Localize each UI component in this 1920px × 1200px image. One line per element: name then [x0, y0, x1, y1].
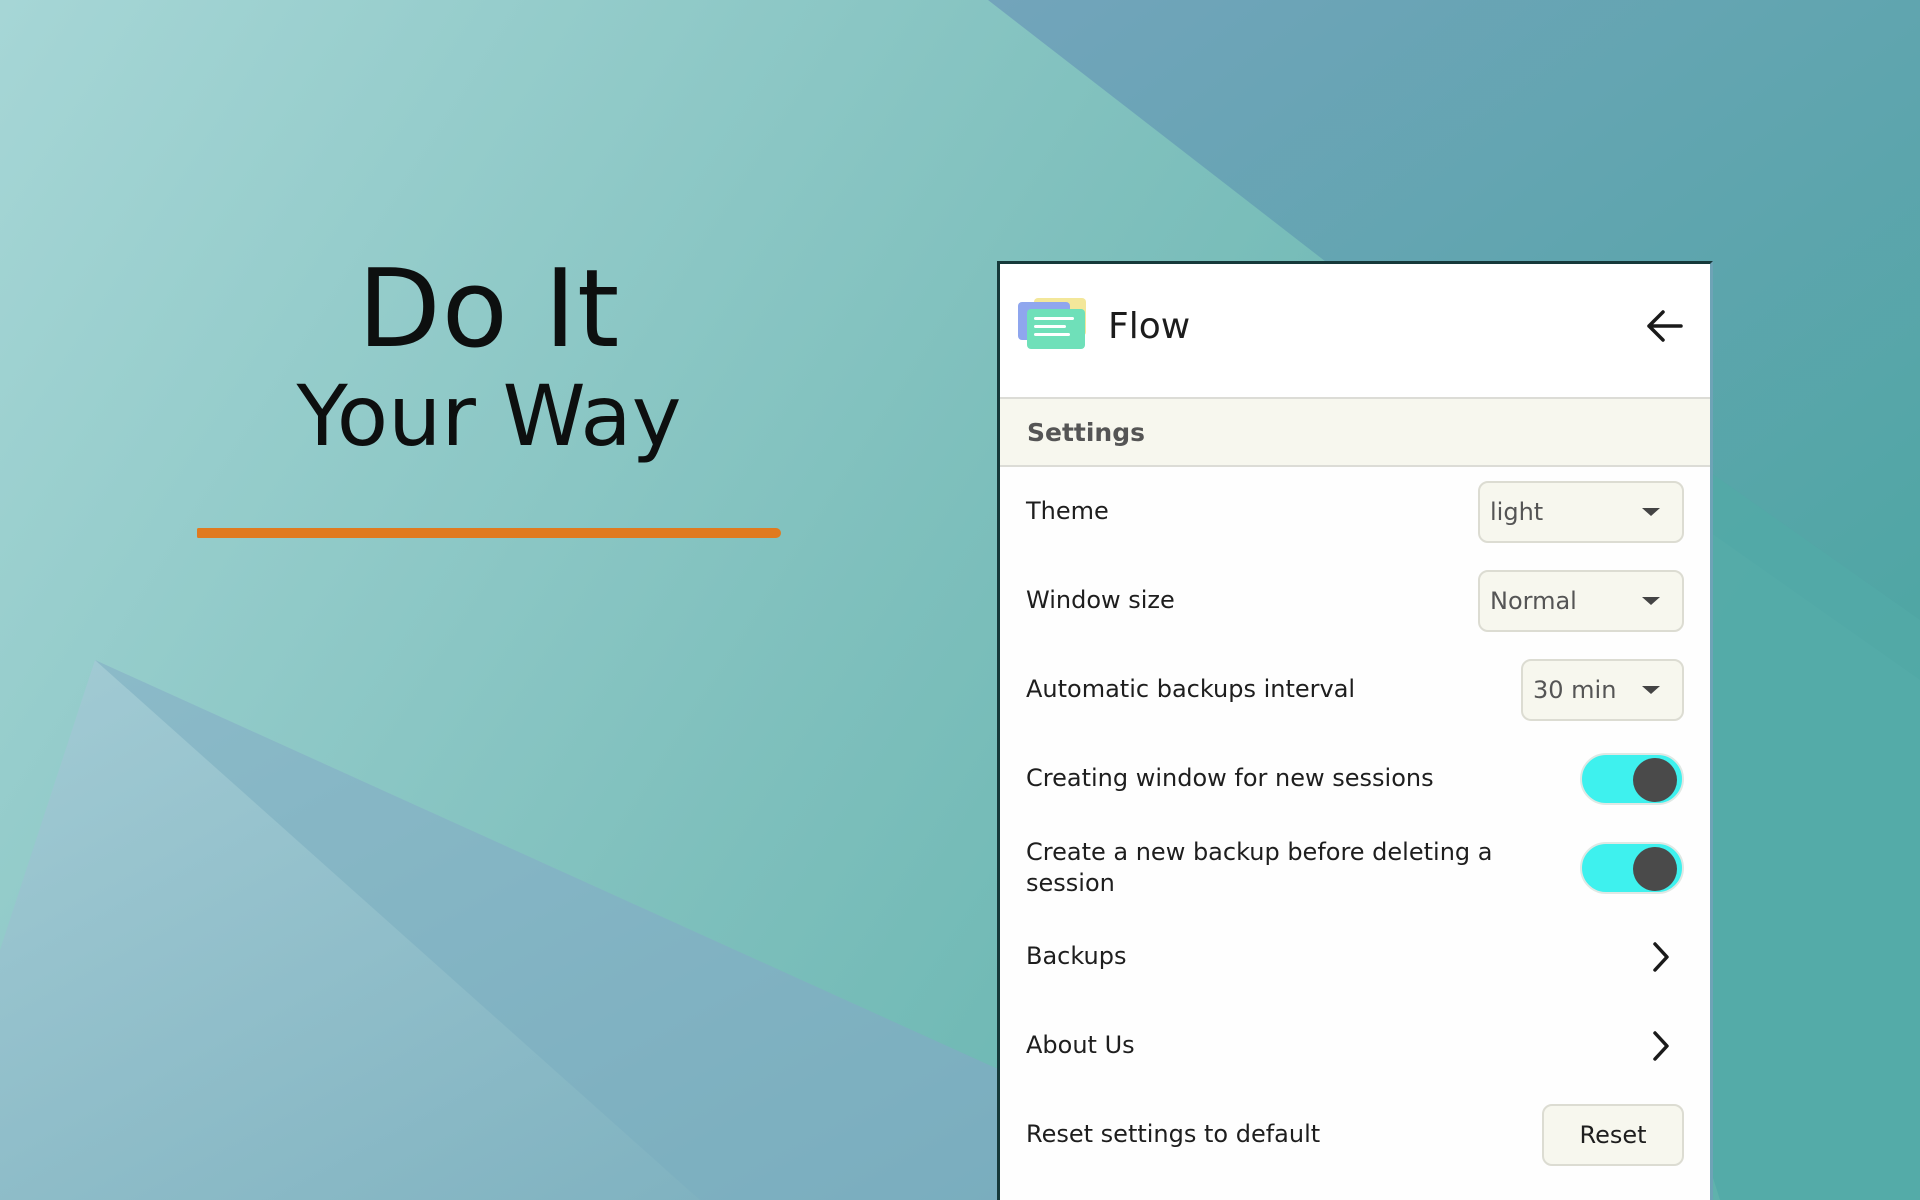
app-title: Flow [1108, 306, 1191, 347]
chevron-right-icon[interactable] [1644, 940, 1678, 974]
toggle-knob [1633, 757, 1677, 802]
toggle-knob [1633, 846, 1677, 891]
theme-select-value: light [1490, 497, 1544, 526]
new-session-window-row: Creating window for new sessions [1000, 734, 1710, 823]
chevron-down-icon [1642, 596, 1660, 605]
window-size-label: Window size [1026, 586, 1175, 614]
reset-button[interactable]: Reset [1542, 1103, 1684, 1166]
window-size-select[interactable]: Normal [1478, 569, 1684, 632]
arrow-left-icon [1647, 310, 1683, 342]
hero-title: Do It [357, 247, 621, 372]
backup-interval-label: Automatic backups interval [1026, 675, 1356, 703]
window-size-row: Window size Normal [1000, 556, 1710, 645]
new-session-window-toggle[interactable] [1580, 752, 1684, 805]
reset-label: Reset settings to default [1026, 1120, 1321, 1148]
settings-panel: Flow Settings Theme light Window size No… [997, 261, 1713, 1200]
backup-interval-row: Automatic backups interval 30 min [1000, 645, 1710, 734]
theme-select[interactable]: light [1478, 480, 1684, 543]
about-label: About Us [1026, 1031, 1135, 1059]
settings-section-header: Settings [1000, 397, 1710, 467]
app-header: Flow [1000, 264, 1710, 397]
settings-list: Theme light Window size Normal Automatic… [1000, 467, 1710, 1179]
hero-subtitle: Your Way [296, 367, 682, 465]
backup-before-delete-row: Create a new backup before deleting a se… [1000, 823, 1710, 912]
chevron-down-icon [1642, 685, 1660, 694]
theme-row: Theme light [1000, 467, 1710, 556]
backup-before-delete-toggle[interactable] [1580, 841, 1684, 894]
hero-heading: Do It Your Way [197, 250, 781, 466]
chevron-down-icon [1642, 507, 1660, 516]
new-session-window-label: Creating window for new sessions [1026, 764, 1434, 792]
backup-before-delete-label: Create a new backup before deleting a se… [1026, 837, 1493, 897]
chevron-right-icon[interactable] [1644, 1029, 1678, 1063]
backup-interval-select[interactable]: 30 min [1521, 658, 1684, 721]
backups-label: Backups [1026, 942, 1127, 970]
back-button[interactable] [1642, 304, 1686, 348]
about-row[interactable]: About Us [1000, 1001, 1710, 1090]
theme-label: Theme [1026, 497, 1109, 525]
reset-row: Reset settings to default Reset [1000, 1090, 1710, 1179]
backups-row[interactable]: Backups [1000, 912, 1710, 1001]
window-size-select-value: Normal [1490, 586, 1577, 615]
stacked-notes-icon [1018, 298, 1086, 349]
backup-interval-select-value: 30 min [1533, 675, 1617, 704]
hero-underline [197, 528, 781, 538]
